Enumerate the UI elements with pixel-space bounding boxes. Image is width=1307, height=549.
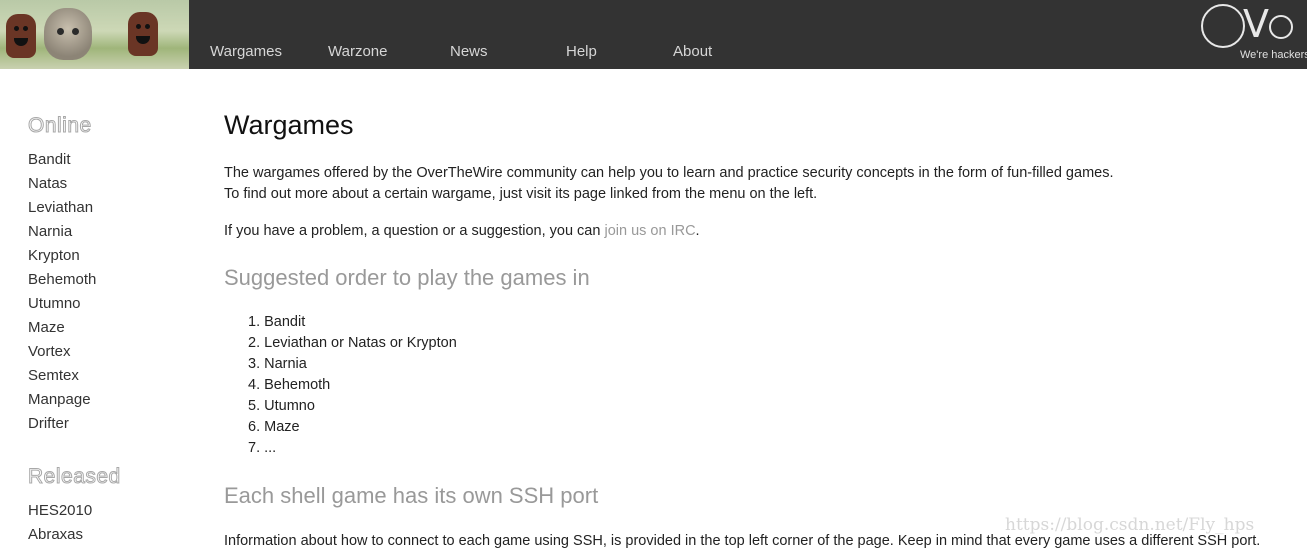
banner-image — [0, 0, 189, 69]
sidebar-item-abraxas[interactable]: Abraxas — [28, 526, 83, 543]
site-logo[interactable]: V We're hackers — [1199, 2, 1307, 69]
intro-line-2: To find out more about a certain wargame… — [224, 186, 818, 202]
irc-text-before: If you have a problem, a question or a s… — [224, 223, 605, 239]
sidebar-item-krypton[interactable]: Krypton — [28, 247, 80, 264]
list-item: 1. Bandit — [248, 314, 306, 330]
nav-warzone[interactable]: Warzone — [328, 43, 387, 60]
logo-circle-icon — [1201, 4, 1245, 48]
watermark-text: https://blog.csdn.net/Fly_hps — [1005, 515, 1255, 535]
list-item: 7. ... — [248, 440, 277, 456]
sidebar-item-leviathan[interactable]: Leviathan — [28, 199, 93, 216]
sidebar-item-drifter[interactable]: Drifter — [28, 415, 69, 432]
sidebar-item-narnia[interactable]: Narnia — [28, 223, 72, 240]
ssh-paragraph: Information about how to connect to each… — [224, 533, 1261, 549]
sidebar-item-behemoth[interactable]: Behemoth — [28, 271, 96, 288]
intro-line-1: The wargames offered by the OverTheWire … — [224, 165, 1114, 181]
sidebar-item-vortex[interactable]: Vortex — [28, 343, 71, 360]
section-heading-ssh: Each shell game has its own SSH port — [224, 483, 599, 508]
section-heading-order: Suggested order to play the games in — [224, 265, 590, 290]
irc-text-after: . — [695, 223, 700, 239]
top-navigation-bar — [0, 0, 1307, 69]
sidebar-item-semtex[interactable]: Semtex — [28, 367, 79, 384]
sidebar-heading-released: Released — [28, 465, 121, 489]
nav-news[interactable]: News — [450, 43, 488, 60]
nav-help[interactable]: Help — [566, 43, 597, 60]
irc-paragraph: If you have a problem, a question or a s… — [224, 223, 700, 239]
list-item: 2. Leviathan or Natas or Krypton — [248, 335, 457, 351]
list-item: 5. Utumno — [248, 398, 315, 414]
sidebar-item-utumno[interactable]: Utumno — [28, 295, 81, 312]
list-item: 4. Behemoth — [248, 377, 331, 393]
sidebar-item-maze[interactable]: Maze — [28, 319, 65, 336]
sidebar-item-bandit[interactable]: Bandit — [28, 151, 71, 168]
domo-figure-right — [128, 12, 158, 56]
logo-text: V — [1243, 4, 1293, 44]
nav-wargames[interactable]: Wargames — [210, 43, 282, 60]
list-item: 3. Narnia — [248, 356, 307, 372]
sidebar-item-natas[interactable]: Natas — [28, 175, 67, 192]
irc-link[interactable]: join us on IRC — [604, 223, 695, 239]
kitten-figure — [44, 8, 92, 60]
sidebar-item-manpage[interactable]: Manpage — [28, 391, 91, 408]
sidebar-item-hes2010[interactable]: HES2010 — [28, 502, 92, 519]
nav-about[interactable]: About — [673, 43, 712, 60]
sidebar-heading-online: Online — [28, 114, 92, 138]
list-item: 6. Maze — [248, 419, 300, 435]
page-title: Wargames — [224, 110, 354, 140]
domo-figure-left — [6, 14, 36, 58]
logo-tagline: We're hackers — [1240, 49, 1307, 61]
